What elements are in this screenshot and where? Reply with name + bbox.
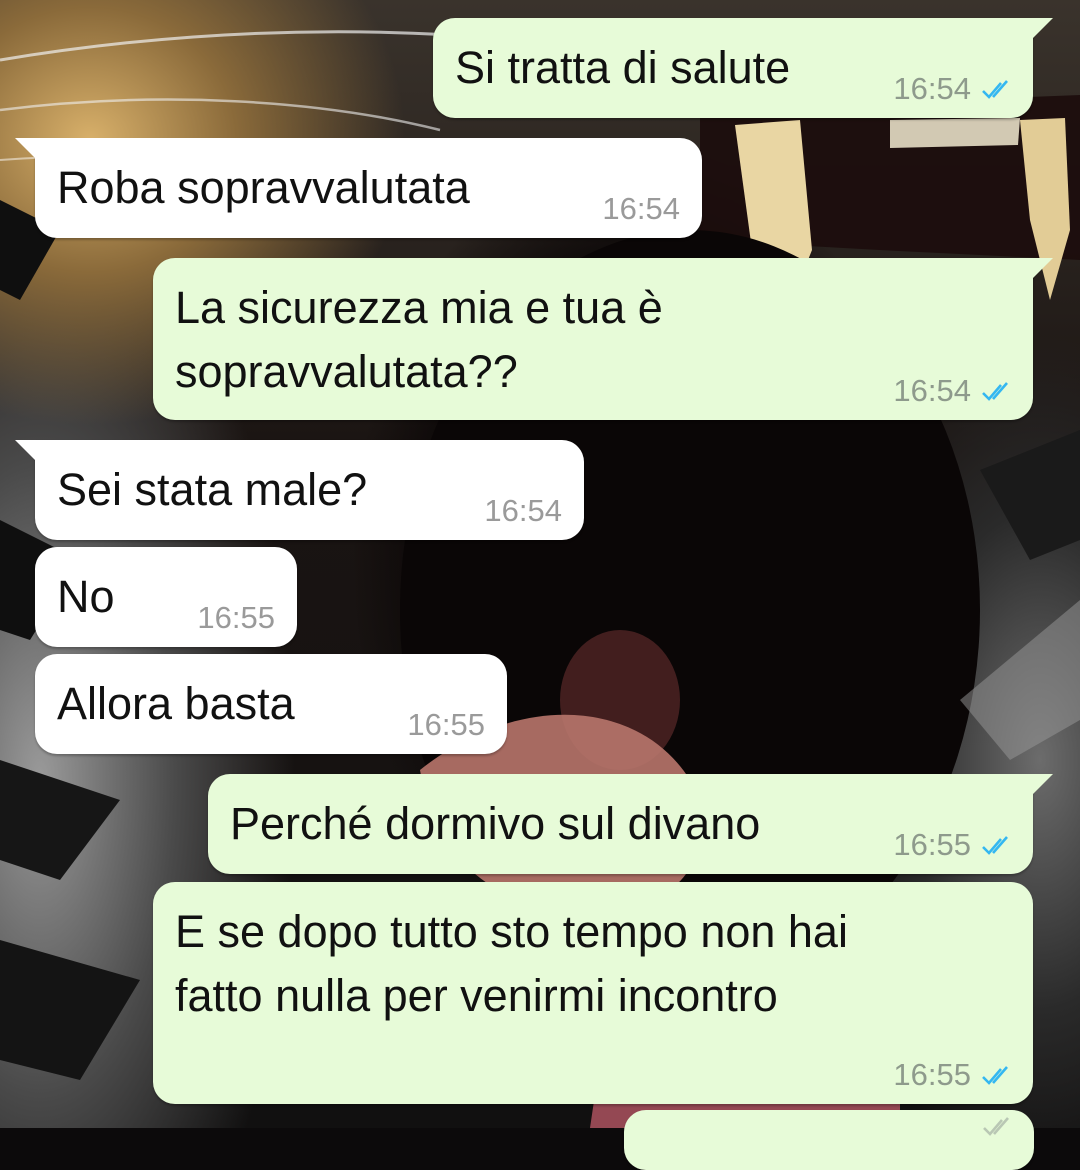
message-meta: 16:55: [893, 828, 1015, 862]
bubble-tail: [1031, 258, 1053, 280]
message-meta: 16:55: [197, 601, 275, 635]
message-text: Si tratta di salute: [455, 42, 791, 93]
message-outgoing[interactable]: E se dopo tutto sto tempo non hai fatto …: [153, 882, 1033, 1104]
message-outgoing-partial[interactable]: [624, 1110, 1034, 1170]
message-time: 16:54: [602, 191, 680, 226]
message-time: 16:54: [484, 493, 562, 528]
message-outgoing[interactable]: La sicurezza mia e tua è sopravvalutata?…: [153, 258, 1053, 420]
bubble-tail: [1031, 774, 1053, 796]
message-meta: 16:54: [893, 72, 1015, 106]
message-text: Sei stata male?: [57, 464, 368, 515]
message-outgoing[interactable]: Si tratta di salute 16:54: [433, 18, 1053, 118]
message-incoming[interactable]: Roba sopravvalutata 16:54: [15, 138, 702, 238]
message-text-line: E se dopo tutto sto tempo non hai: [175, 906, 848, 957]
message-text: Allora basta: [57, 678, 295, 729]
message-time: 16:55: [407, 707, 485, 742]
message-text-line: sopravvalutata??: [175, 346, 518, 397]
double-check-icon: [982, 1066, 1008, 1085]
bubble-tail: [15, 440, 37, 462]
message-time: 16:54: [893, 373, 971, 408]
message-time: 16:55: [893, 1057, 971, 1092]
double-check-icon: [983, 1117, 1009, 1136]
message-meta: [972, 1114, 1016, 1138]
message-time: 16:55: [197, 600, 275, 635]
message-text: La sicurezza mia e tua è sopravvalutata?…: [175, 276, 663, 404]
bubble-tail: [15, 138, 37, 160]
message-outgoing[interactable]: Perché dormivo sul divano 16:55: [208, 774, 1053, 874]
message-meta: 16:55: [893, 1058, 1015, 1092]
message-time: 16:55: [893, 827, 971, 862]
message-text-line: La sicurezza mia e tua è: [175, 282, 663, 333]
message-text: E se dopo tutto sto tempo non hai fatto …: [175, 900, 848, 1028]
double-check-icon: [982, 836, 1008, 855]
chat-thread[interactable]: Si tratta di salute 16:54 Roba sopravval…: [0, 0, 1080, 1170]
message-incoming[interactable]: No 16:55: [35, 547, 297, 647]
double-check-icon: [982, 382, 1008, 401]
message-meta: 16:54: [893, 374, 1015, 408]
message-text: No: [57, 571, 115, 622]
message-meta: 16:55: [407, 708, 485, 742]
message-text: Perché dormivo sul divano: [230, 798, 761, 849]
message-incoming[interactable]: Sei stata male? 16:54: [15, 440, 584, 540]
message-time: 16:54: [893, 71, 971, 106]
message-incoming[interactable]: Allora basta 16:55: [35, 654, 507, 754]
message-text-line: fatto nulla per venirmi incontro: [175, 970, 778, 1021]
message-meta: 16:54: [602, 192, 680, 226]
message-text: Roba sopravvalutata: [57, 162, 470, 213]
bubble-tail: [1031, 18, 1053, 40]
double-check-icon: [982, 80, 1008, 99]
message-meta: 16:54: [484, 494, 562, 528]
